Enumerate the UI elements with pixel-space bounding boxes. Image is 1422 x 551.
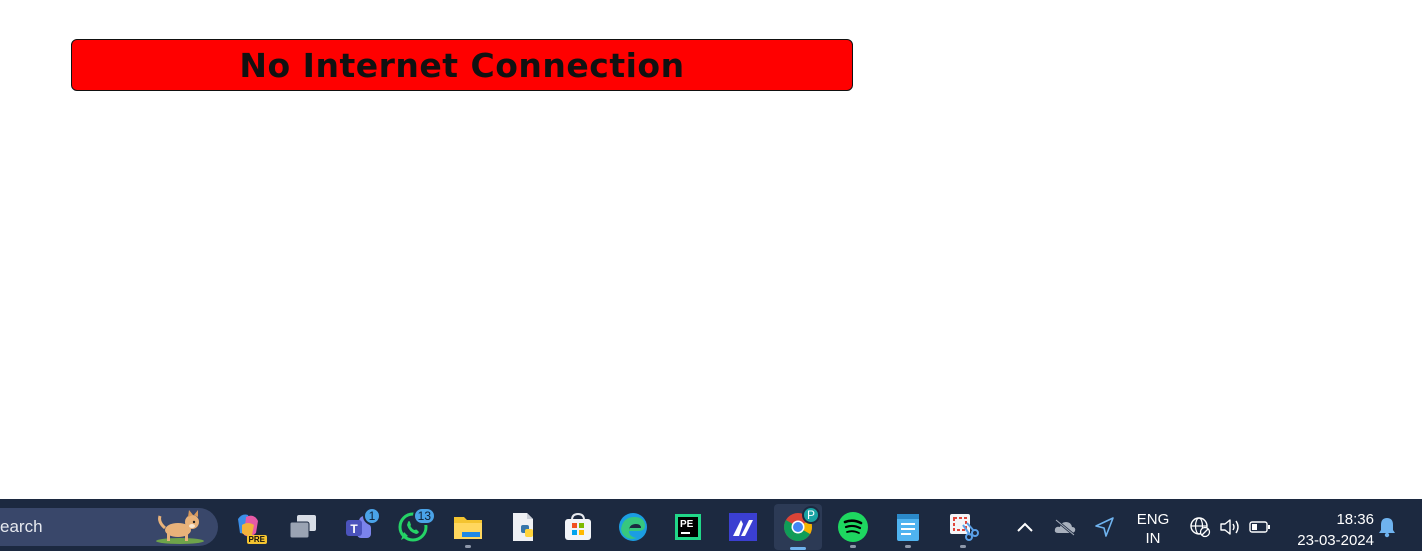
store-glyph bbox=[565, 512, 591, 540]
chrome-icon[interactable]: P bbox=[774, 504, 822, 550]
no-internet-banner: No Internet Connection bbox=[71, 39, 853, 91]
notepad-icon[interactable] bbox=[891, 510, 925, 548]
search-placeholder: earch bbox=[0, 517, 43, 536]
task-view-glyph bbox=[289, 515, 316, 539]
location-arrow-icon[interactable] bbox=[1092, 515, 1116, 539]
whatsapp-badge: 13 bbox=[412, 507, 436, 525]
edge-glyph bbox=[619, 513, 647, 541]
python-file-icon[interactable] bbox=[506, 510, 540, 544]
edge-icon[interactable] bbox=[616, 510, 650, 544]
taskbar-search-box[interactable]: earch bbox=[0, 508, 218, 546]
maple-icon[interactable] bbox=[726, 510, 760, 544]
whatsapp-icon[interactable]: 13 bbox=[396, 507, 436, 544]
svg-text:T: T bbox=[350, 522, 358, 536]
microsoft-store-icon[interactable] bbox=[561, 510, 595, 544]
notepad-running-indicator bbox=[905, 545, 911, 548]
task-view-icon[interactable] bbox=[286, 510, 320, 544]
clock[interactable]: 18:36 23-03-2024 bbox=[1284, 509, 1374, 551]
notification-bell-icon[interactable] bbox=[1375, 515, 1399, 539]
notepad-glyph bbox=[897, 514, 919, 541]
battery-icon[interactable] bbox=[1248, 515, 1272, 539]
copilot-preview-tag: PRE bbox=[246, 535, 267, 544]
clock-time: 18:36 bbox=[1336, 511, 1374, 528]
clock-date: 23-03-2024 bbox=[1297, 532, 1374, 549]
onedrive-offline-icon[interactable] bbox=[1053, 515, 1077, 539]
python-doc-glyph bbox=[513, 513, 533, 541]
desktop-page: No Internet Connection earch PRE T 1 13 … bbox=[0, 0, 1422, 551]
snipping-tool-icon[interactable] bbox=[946, 510, 980, 548]
volume-icon[interactable] bbox=[1218, 515, 1242, 539]
snipping-glyph bbox=[950, 514, 979, 541]
copilot-icon[interactable]: PRE bbox=[231, 510, 267, 544]
file-explorer-icon[interactable] bbox=[451, 510, 485, 548]
banner-text: No Internet Connection bbox=[239, 45, 685, 85]
chrome-active-indicator bbox=[790, 547, 806, 550]
pycharm-label: PE bbox=[680, 519, 694, 530]
spotify-icon[interactable] bbox=[836, 510, 870, 548]
maple-glyph bbox=[729, 513, 757, 541]
spotify-running-indicator bbox=[850, 545, 856, 548]
folder-glyph bbox=[454, 517, 482, 539]
search-highlight-dog-icon bbox=[156, 510, 204, 544]
language-code: ENG bbox=[1136, 511, 1170, 528]
file-explorer-running-indicator bbox=[465, 545, 471, 548]
chrome-profile-badge: P bbox=[801, 506, 820, 524]
teams-badge: 1 bbox=[363, 507, 381, 525]
teams-icon[interactable]: T 1 bbox=[341, 507, 381, 544]
snipping-running-indicator bbox=[960, 545, 966, 548]
region-code: IN bbox=[1145, 530, 1161, 547]
show-hidden-icons-chevron-icon[interactable] bbox=[1013, 515, 1037, 539]
input-language-indicator[interactable]: ENG IN bbox=[1130, 510, 1176, 548]
taskbar: earch PRE T 1 13 PE P ENG IN 18:36 23-03… bbox=[0, 499, 1422, 551]
pycharm-icon[interactable]: PE bbox=[671, 510, 705, 544]
network-globe-icon[interactable] bbox=[1188, 515, 1212, 539]
spotify-glyph bbox=[838, 512, 868, 542]
